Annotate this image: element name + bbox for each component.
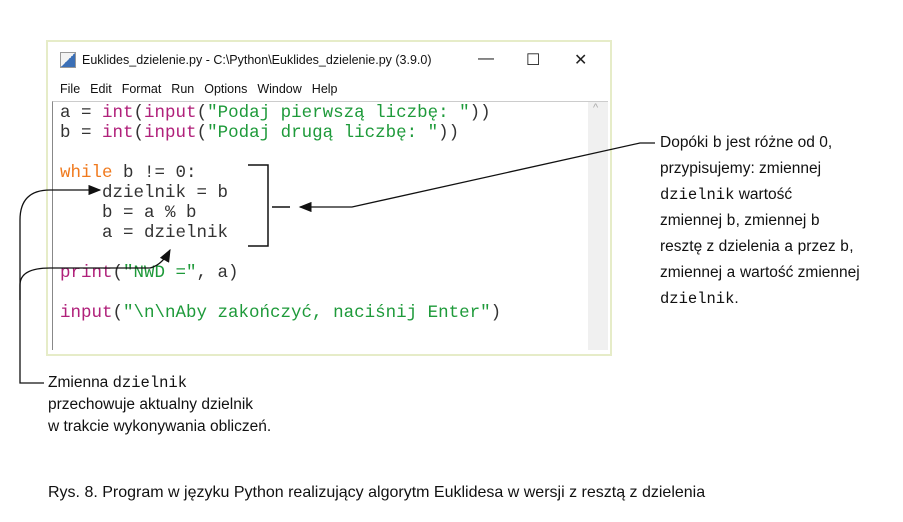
- right-arrow: [298, 142, 655, 213]
- annotation-dzielnik: Zmienna dzielnik przechowuje aktualny dz…: [48, 374, 272, 435]
- left-arrow-top: [19, 184, 102, 384]
- figure-caption: Rys. 8. Program w języku Python realizuj…: [48, 484, 706, 501]
- left-arrow-bottom: [19, 248, 171, 300]
- loop-bracket: [248, 164, 269, 247]
- annotation-loop: Dopóki b jest różne od 0, przypisujemy: …: [660, 134, 860, 308]
